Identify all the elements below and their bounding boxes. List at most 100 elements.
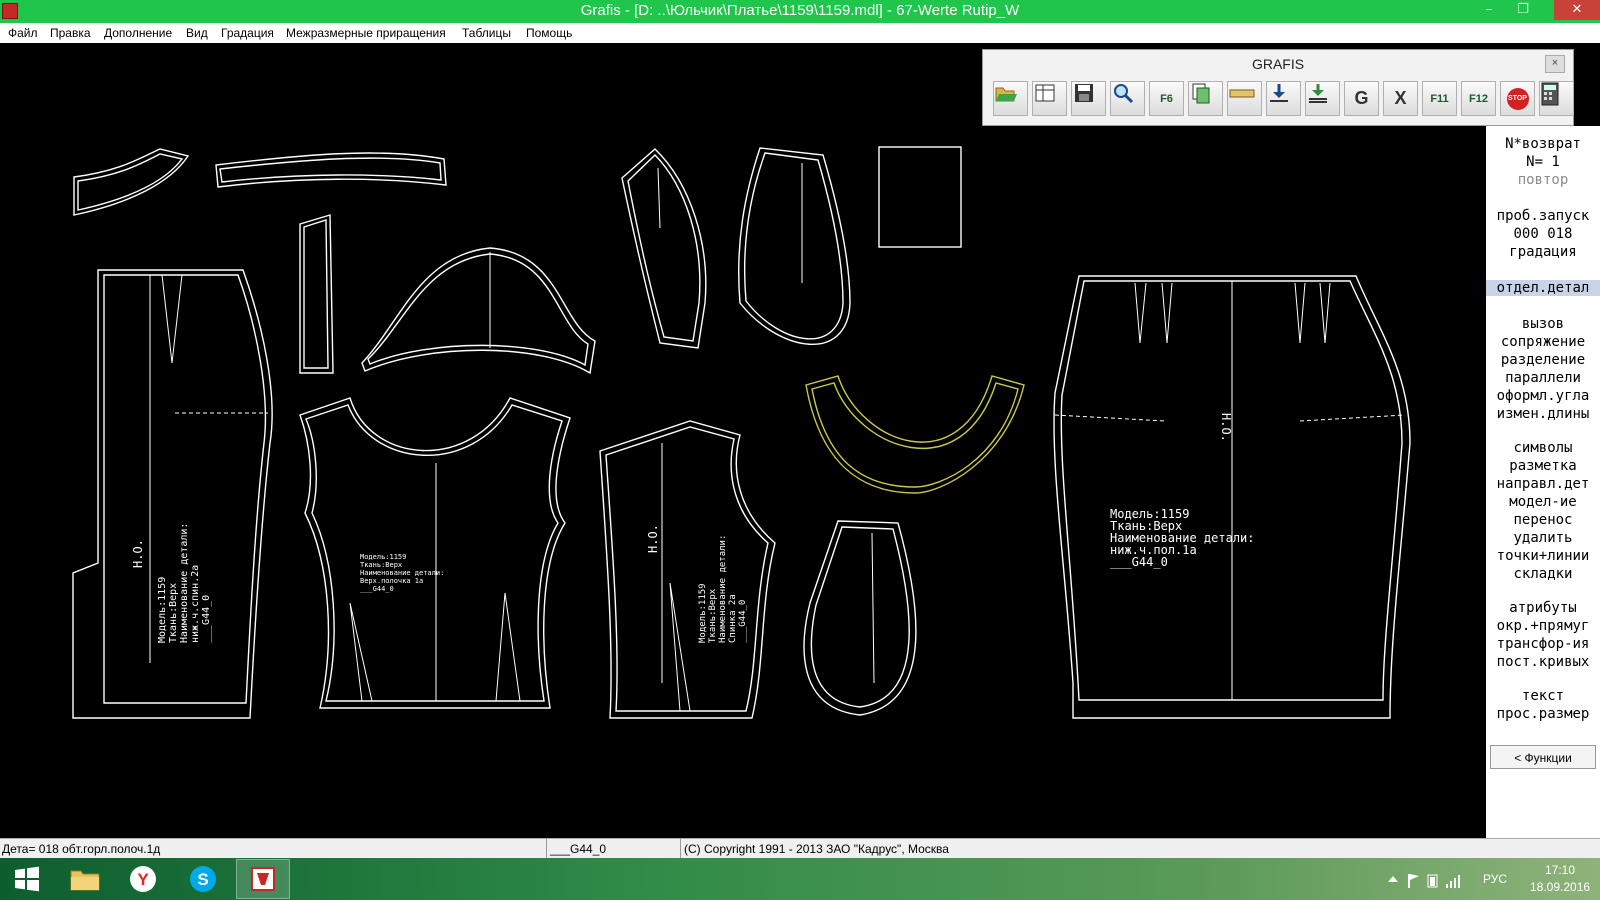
start-button[interactable]	[0, 859, 54, 899]
stop-icon[interactable]: STOP	[1500, 81, 1535, 116]
cmd-circle-rect[interactable]: окр.+прямуг	[1486, 618, 1600, 634]
cmd-text[interactable]: текст	[1486, 688, 1600, 704]
explorer-taskbar-button[interactable]	[58, 859, 112, 899]
cmd-delete[interactable]: удалить	[1486, 530, 1600, 546]
save-icon[interactable]	[1071, 81, 1106, 116]
cmd-view-size[interactable]: прос.размер	[1486, 706, 1600, 722]
piece-waistband	[215, 152, 447, 188]
cmd-curves[interactable]: пост.кривых	[1486, 654, 1600, 670]
piece-collar-selected	[805, 375, 1025, 494]
windows-logo-icon	[15, 866, 39, 892]
copy-icon[interactable]	[1188, 81, 1223, 116]
clock-date[interactable]: 18.09.2016	[1530, 880, 1590, 894]
zoom-icon[interactable]	[1110, 81, 1145, 116]
show-hidden-icon	[1388, 876, 1398, 882]
f6-construct-icon[interactable]: F6	[1149, 81, 1184, 116]
clock-time[interactable]: 17:10	[1530, 863, 1590, 877]
cmd-points-lines[interactable]: точки+линии	[1486, 548, 1600, 564]
back-top-label-line2: Ткань:Верх	[708, 588, 718, 643]
back-skirt-label-line2: Ткань:Верх	[168, 583, 179, 643]
cmd-counter: 000 018	[1513, 226, 1573, 242]
menu-tables[interactable]: Таблицы	[462, 26, 511, 40]
menu-view[interactable]: Вид	[186, 26, 208, 40]
cmd-direction[interactable]: направл.дет	[1486, 476, 1600, 492]
pattern-canvas[interactable]: Модель:1159 Ткань:Верх Наименование дета…	[0, 43, 1574, 838]
grafis-toolbar: GRAFIS × F6 G X F11 F12 STOP	[982, 49, 1574, 126]
title-bar: Grafis - [D: ..\Юльчик\Платье\1159\1159.…	[0, 0, 1600, 23]
restore-button[interactable]: ❐	[1508, 0, 1538, 20]
cmd-attributes[interactable]: атрибуты	[1486, 600, 1600, 616]
cmd-modeling[interactable]: модел-ие	[1486, 494, 1600, 510]
piece-back-bodice-inner	[605, 426, 769, 712]
menu-size-increments[interactable]: Межразмерные приращения	[286, 26, 446, 40]
cmd-markup[interactable]: разметка	[1486, 458, 1600, 474]
grain-mark-back: Н.О.	[646, 524, 660, 553]
grafis-app-icon	[251, 867, 275, 891]
back-top-label-line5: ___G44_0	[738, 600, 748, 643]
measure-icon[interactable]	[1227, 81, 1262, 116]
front-label-line3: Наименование детали:	[360, 569, 444, 577]
minimize-button[interactable]: –	[1474, 0, 1504, 20]
cmd-parallels[interactable]: параллели	[1486, 370, 1600, 386]
status-size: ___G44_0	[550, 842, 607, 856]
yandex-taskbar-button[interactable]: Y	[116, 859, 170, 899]
cmd-call[interactable]: вызов	[1486, 316, 1600, 332]
language-indicator[interactable]: РУС	[1483, 872, 1507, 886]
stop-icon-label: STOP	[1506, 87, 1529, 110]
menu-help[interactable]: Помощь	[526, 26, 572, 40]
piece-back-bodice	[599, 420, 776, 719]
cmd-split[interactable]: разделение	[1486, 352, 1600, 368]
calculator-icon[interactable]	[1539, 81, 1574, 116]
taskbar: Y S РУС 17:10 18.09.2016	[0, 858, 1600, 900]
cmd-folds[interactable]: складки	[1486, 566, 1600, 582]
cmd-separate-detail[interactable]: отдел.детал	[1486, 280, 1600, 296]
load-all-icon[interactable]	[1305, 81, 1340, 116]
piece-side-back-inner	[743, 152, 844, 340]
grafis-taskbar-button[interactable]	[236, 859, 290, 899]
cmd-symbols[interactable]: символы	[1486, 440, 1600, 456]
menu-addition[interactable]: Дополнение	[104, 26, 172, 40]
excel-icon[interactable]: X	[1383, 81, 1418, 116]
cmd-repeat[interactable]: повтор	[1486, 172, 1600, 188]
close-button[interactable]: ✕	[1554, 0, 1600, 20]
cmd-corner[interactable]: оформл.угла	[1486, 388, 1600, 404]
svg-text:S: S	[197, 870, 208, 889]
f12-icon[interactable]: F12	[1461, 81, 1496, 116]
cmd-blend[interactable]: сопряжение	[1486, 334, 1600, 350]
back-skirt-label-line3: Наименование детали:	[179, 523, 190, 643]
grafis-g-icon[interactable]: G	[1344, 81, 1379, 116]
menu-edit[interactable]: Правка	[50, 26, 91, 40]
piece-front-bodice	[299, 397, 571, 709]
front-label-line4: Верх.полочка 1а	[360, 577, 423, 585]
functions-button[interactable]: < Функции	[1490, 745, 1596, 769]
status-bar: Дета= 018 обт.горл.полоч.1д ___G44_0 (C)…	[0, 838, 1600, 859]
menu-gradation[interactable]: Градация	[221, 26, 274, 40]
cmd-gradation[interactable]: градация	[1486, 244, 1600, 260]
cmd-transform[interactable]: трансфор-ия	[1486, 636, 1600, 652]
cmd-return[interactable]: N*возврат	[1486, 136, 1600, 152]
front-label-line2: Ткань:Верх	[360, 561, 402, 569]
piece-side-front-inner	[627, 154, 701, 342]
yandex-browser-icon: Y	[130, 866, 156, 892]
open-icon[interactable]	[993, 81, 1028, 116]
download-icon[interactable]	[1266, 81, 1301, 116]
toolbar-close-button[interactable]: ×	[1545, 55, 1565, 73]
back-top-label-line1: Модель:1159	[698, 583, 708, 643]
grain-mark-skirt: Н.О.	[1219, 413, 1233, 442]
skype-taskbar-button[interactable]: S	[176, 859, 230, 899]
status-copyright: (C) Copyright 1991 - 2013 ЗАО "Кадрус", …	[684, 842, 949, 856]
cmd-length[interactable]: измен.длины	[1486, 406, 1600, 422]
menu-file[interactable]: Файл	[8, 26, 38, 40]
piece-front-bodice-inner	[305, 404, 563, 702]
cmd-test-run[interactable]: проб.запуск	[1486, 208, 1600, 224]
back-skirt-label-line1: Модель:1159	[157, 577, 168, 643]
flag-icon	[1408, 874, 1410, 888]
command-panel: N*возврат N= 1 повтор проб.запуск 000 01…	[1486, 126, 1600, 838]
toolbar-title: GRAFIS	[1251, 56, 1305, 72]
grain-mark-left: Н.О.	[131, 539, 145, 568]
table-icon[interactable]	[1032, 81, 1067, 116]
piece-side-front	[621, 148, 707, 349]
f11-icon[interactable]: F11	[1422, 81, 1457, 116]
cmd-transfer[interactable]: перенос	[1486, 512, 1600, 528]
window-title: Grafis - [D: ..\Юльчик\Платье\1159\1159.…	[580, 2, 1020, 19]
